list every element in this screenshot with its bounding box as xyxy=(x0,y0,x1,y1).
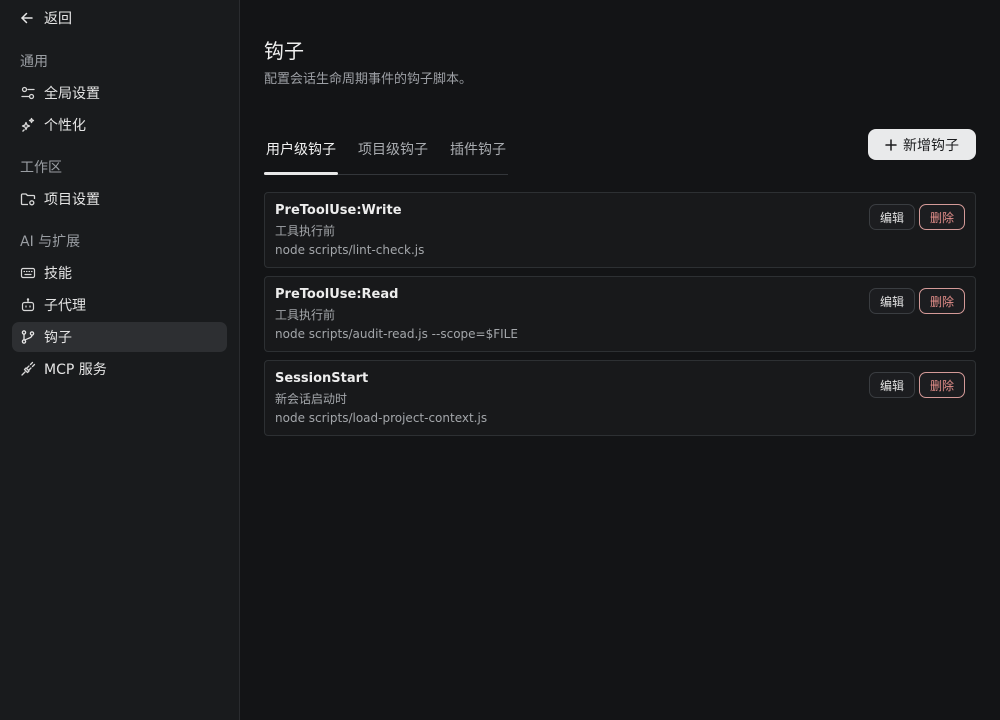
hook-event-description: 工具执行前 xyxy=(275,224,336,238)
tab-bar: 用户级钩子 项目级钩子 插件钩子 xyxy=(264,133,508,175)
tab-plugin-hooks[interactable]: 插件钩子 xyxy=(450,133,506,174)
hook-command: node scripts/lint-check.js xyxy=(275,243,425,257)
hook-name: PreToolUse:Read xyxy=(275,287,399,302)
sidebar-item-label: 全局设置 xyxy=(44,86,100,102)
edit-button[interactable]: 编辑 xyxy=(869,372,915,398)
settings-window: 返回 通用 全局设置 个性化 工作区 项目设置 AI 与扩展 技能 子代理 钩子… xyxy=(0,0,1000,720)
sidebar-item-project-settings[interactable]: 项目设置 xyxy=(12,184,227,214)
plug-icon xyxy=(20,361,36,377)
sidebar-item-subagents[interactable]: 子代理 xyxy=(12,290,227,320)
hook-card: SessionStart 新会话启动时 node scripts/load-pr… xyxy=(264,360,976,436)
hook-name: SessionStart xyxy=(275,371,369,386)
sliders-icon xyxy=(20,85,36,101)
bot-icon xyxy=(20,297,36,313)
keyboard-icon xyxy=(20,265,36,281)
hook-event-description: 新会话启动时 xyxy=(275,392,348,406)
add-hook-label: 新增钩子 xyxy=(903,137,959,154)
delete-button[interactable]: 删除 xyxy=(919,288,965,314)
delete-button[interactable]: 删除 xyxy=(919,204,965,230)
section-label-workspace: 工作区 xyxy=(20,160,62,176)
sidebar-item-global-settings[interactable]: 全局设置 xyxy=(12,78,227,108)
sidebar-item-label: MCP 服务 xyxy=(44,362,107,378)
sidebar-item-label: 个性化 xyxy=(44,118,86,134)
hook-command: node scripts/load-project-context.js xyxy=(275,411,488,425)
tab-project-hooks[interactable]: 项目级钩子 xyxy=(358,133,428,174)
sidebar-item-hooks[interactable]: 钩子 xyxy=(12,322,227,352)
hook-card: PreToolUse:Read 工具执行前 node scripts/audit… xyxy=(264,276,976,352)
section-label-ai: AI 与扩展 xyxy=(20,234,81,250)
arrow-left-icon xyxy=(20,11,34,25)
sidebar: 返回 通用 全局设置 个性化 工作区 项目设置 AI 与扩展 技能 子代理 钩子… xyxy=(0,0,240,720)
sparkles-icon xyxy=(20,117,36,133)
tab-user-hooks[interactable]: 用户级钩子 xyxy=(264,133,338,175)
back-button[interactable]: 返回 xyxy=(20,8,72,28)
hook-card: PreToolUse:Write 工具执行前 node scripts/lint… xyxy=(264,192,976,268)
add-hook-button[interactable]: 新增钩子 xyxy=(868,129,976,160)
page-title: 钩子 xyxy=(264,39,304,63)
folder-settings-icon xyxy=(20,191,36,207)
hook-event-description: 工具执行前 xyxy=(275,308,336,322)
sidebar-item-personalization[interactable]: 个性化 xyxy=(12,110,227,140)
sidebar-item-label: 钩子 xyxy=(44,330,72,346)
plus-icon xyxy=(885,138,897,151)
sidebar-item-label: 项目设置 xyxy=(44,192,100,208)
hook-command: node scripts/audit-read.js --scope=$FILE xyxy=(275,327,518,341)
page-description: 配置会话生命周期事件的钩子脚本。 xyxy=(264,72,473,87)
delete-button[interactable]: 删除 xyxy=(919,372,965,398)
section-label-general: 通用 xyxy=(20,54,48,70)
sidebar-item-label: 子代理 xyxy=(44,298,86,314)
git-branch-icon xyxy=(20,329,36,345)
edit-button[interactable]: 编辑 xyxy=(869,204,915,230)
hook-name: PreToolUse:Write xyxy=(275,203,402,218)
sidebar-item-label: 技能 xyxy=(44,266,72,282)
sidebar-item-skills[interactable]: 技能 xyxy=(12,258,227,288)
main-content: 钩子 配置会话生命周期事件的钩子脚本。 用户级钩子 项目级钩子 插件钩子 新增钩… xyxy=(240,0,1000,720)
back-label: 返回 xyxy=(44,11,72,27)
edit-button[interactable]: 编辑 xyxy=(869,288,915,314)
sidebar-item-mcp[interactable]: MCP 服务 xyxy=(12,354,227,384)
